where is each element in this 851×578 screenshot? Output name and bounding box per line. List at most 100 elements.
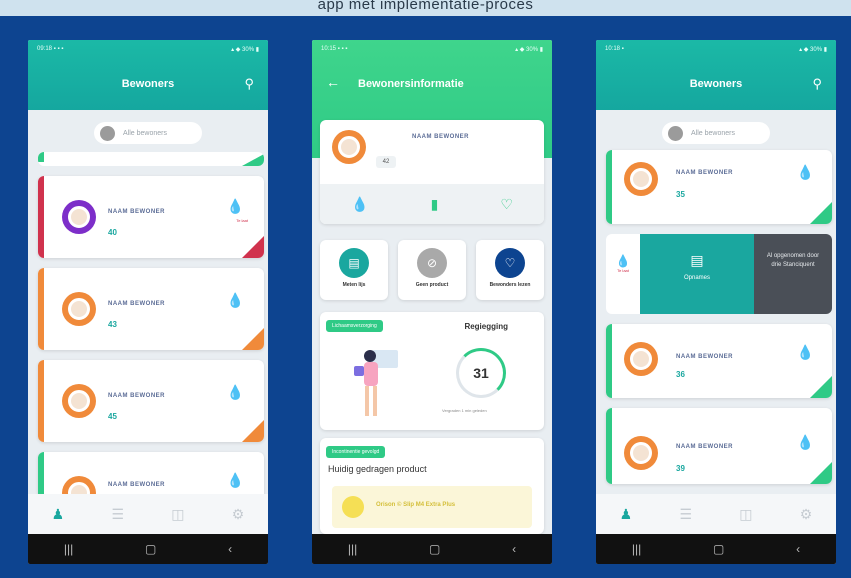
status-stripe (38, 360, 44, 442)
droplet-icon: 💧 (615, 254, 631, 268)
clipboard-icon: ▤ (339, 248, 369, 278)
phone-residents-swipe: 10:18 ▪ ▴ ◆ 30% ▮ Bewoners ⚲ Alle bewone… (596, 40, 836, 564)
resident-name: NAAM BEWONER (108, 482, 165, 488)
status-stripe (38, 152, 44, 162)
system-navigation-bar: ||| ▢ ‹ (312, 534, 552, 564)
avatar (62, 384, 96, 418)
action-label: Geen product (415, 282, 449, 288)
nav-residents-icon[interactable]: ♟ (52, 506, 65, 523)
home-icon[interactable]: ▢ (429, 542, 440, 556)
resident-info-card: NAAM BEWONER 42 💧 ▮ ♡ (320, 120, 544, 224)
section-tag: Incontinentie gevolgd (326, 446, 386, 458)
status-stripe (606, 408, 612, 484)
resident-name: NAAM BEWONER (108, 393, 165, 399)
back-icon[interactable]: ‹ (228, 542, 232, 556)
action-measure-button[interactable]: ▤ Meten lijs (320, 240, 388, 300)
nav-products-icon[interactable]: ◫ (739, 506, 752, 523)
droplet-icon: 💧 (226, 384, 244, 400)
heart-hand-icon[interactable]: ♡ (500, 196, 513, 213)
nav-settings-icon[interactable]: ⚙ (232, 506, 245, 523)
filter-label: Alle bewoners (123, 129, 167, 137)
list-item[interactable]: NAAM BEWONER 43 💧 (38, 268, 264, 350)
corner-flag-icon (810, 462, 832, 484)
ring-value: 31 (473, 365, 489, 381)
list-item[interactable]: NAAM BEWONER 39 💧 (606, 408, 832, 484)
nurse-illustration-icon (354, 350, 398, 416)
recent-apps-icon[interactable]: ||| (348, 542, 357, 556)
product-row[interactable]: Orison © Slip M4 Extra Plus (332, 486, 532, 528)
nav-list-icon[interactable]: ☰ (111, 506, 124, 523)
back-icon[interactable]: ‹ (796, 542, 800, 556)
droplet-icon[interactable]: 💧 (351, 196, 368, 213)
status-time: 09:18 ▪ ▪ ▪ (37, 46, 64, 52)
page-header: app met implementatie-proces (0, 0, 851, 16)
avatar (624, 436, 658, 470)
back-icon[interactable]: ‹ (512, 542, 516, 556)
home-icon[interactable]: ▢ (145, 542, 156, 556)
already-recorded-button[interactable]: Al opgenomen door drie Stanciquent (754, 234, 832, 314)
action-label: Bewonders lezen (489, 282, 531, 288)
list-item[interactable]: NAAM BEWONER 35 💧 (606, 150, 832, 224)
status-stripe (38, 176, 44, 258)
status-icons: ▴ ◆ 30% ▮ (231, 46, 259, 53)
bottom-navigation: ♟ ☰ ◫ ⚙ (596, 494, 836, 534)
system-navigation-bar: ||| ▢ ‹ (596, 534, 836, 564)
list-item[interactable]: NAAM BEWONER 36 💧 (606, 324, 832, 398)
corner-flag-icon (242, 328, 264, 350)
product-icon[interactable]: ▮ (431, 196, 439, 213)
action-no-product-button[interactable]: ⊘ Geen product (398, 240, 466, 300)
resident-room: 40 (108, 228, 117, 237)
nav-products-icon[interactable]: ◫ (171, 506, 184, 523)
search-icon[interactable]: ⚲ (812, 76, 822, 92)
swiped-list-item[interactable]: 💧 Te laat ▤ Opnames Al opgenomen door dr… (606, 234, 832, 314)
avatar (62, 200, 96, 234)
resident-room: 35 (676, 190, 685, 199)
status-bar: 10:18 ▪ ▴ ◆ 30% ▮ (596, 40, 836, 58)
resident-room: 43 (108, 320, 117, 329)
nav-settings-icon[interactable]: ⚙ (800, 506, 813, 523)
status-bar: 10:15 ▪ ▪ ▪ ▴ ◆ 30% ▮ (312, 40, 552, 58)
phone-resident-info: 10:15 ▪ ▪ ▪ ▴ ◆ 30% ▮ ← Bewonersinformat… (312, 40, 552, 564)
nav-residents-icon[interactable]: ♟ (620, 506, 633, 523)
clipboard-icon: ▤ (690, 252, 704, 268)
heart-shield-icon: ♡ (495, 248, 525, 278)
resident-filter[interactable]: Alle bewoners (94, 122, 202, 144)
action-read-button[interactable]: ♡ Bewonders lezen (476, 240, 544, 300)
resident-name: NAAM BEWONER (108, 209, 165, 215)
back-arrow-icon[interactable]: ← (326, 74, 340, 90)
resident-name: NAAM BEWONER (676, 354, 733, 360)
resident-room: 39 (676, 464, 685, 473)
recent-apps-icon[interactable]: ||| (64, 542, 73, 556)
status-stripe (38, 268, 44, 350)
avatar (332, 130, 366, 164)
status-bar: 09:18 ▪ ▪ ▪ ▴ ◆ 30% ▮ (28, 40, 268, 58)
record-button[interactable]: ▤ Opnames (640, 234, 754, 314)
filter-avatar-icon (100, 125, 115, 141)
page-title: Bewonersinformatie (358, 78, 464, 90)
list-item[interactable]: NAAM BEWONER 40 💧 Te laat (38, 176, 264, 258)
app-header: 10:18 ▪ ▴ ◆ 30% ▮ Bewoners ⚲ (596, 40, 836, 110)
incontinence-section-card: Incontinentie gevolgd Huidig gedragen pr… (320, 438, 544, 534)
status-stripe (606, 324, 612, 398)
section-tag: Lichaamsverzorging (326, 320, 383, 332)
quick-status-row: 💧 ▮ ♡ (320, 184, 544, 224)
recent-apps-icon[interactable]: ||| (632, 542, 641, 556)
status-icons: ▴ ◆ 30% ▮ (515, 46, 543, 53)
nav-list-icon[interactable]: ☰ (679, 506, 692, 523)
list-item[interactable]: NAAM BEWONER 45 💧 (38, 360, 264, 442)
product-label: Orison © Slip M4 Extra Plus (376, 502, 456, 508)
droplet-icon: 💧 (796, 164, 814, 180)
resident-filter[interactable]: Alle bewoners (662, 122, 770, 144)
droplet-icon: 💧 (226, 472, 244, 488)
status-icons: ▴ ◆ 30% ▮ (799, 46, 827, 53)
resident-name: NAAM BEWONER (676, 170, 733, 176)
home-icon[interactable]: ▢ (713, 542, 724, 556)
search-icon[interactable]: ⚲ (244, 76, 254, 92)
resident-name: NAAM BEWONER (412, 134, 469, 140)
bottom-navigation: ♟ ☰ ◫ ⚙ (28, 494, 268, 534)
app-bar: Bewoners ⚲ (28, 58, 268, 110)
list-item-partial[interactable] (38, 152, 264, 166)
status-badge: Te laat (236, 218, 248, 223)
header-text: app met implementatie-proces (317, 0, 534, 13)
status-stripe (606, 150, 612, 224)
